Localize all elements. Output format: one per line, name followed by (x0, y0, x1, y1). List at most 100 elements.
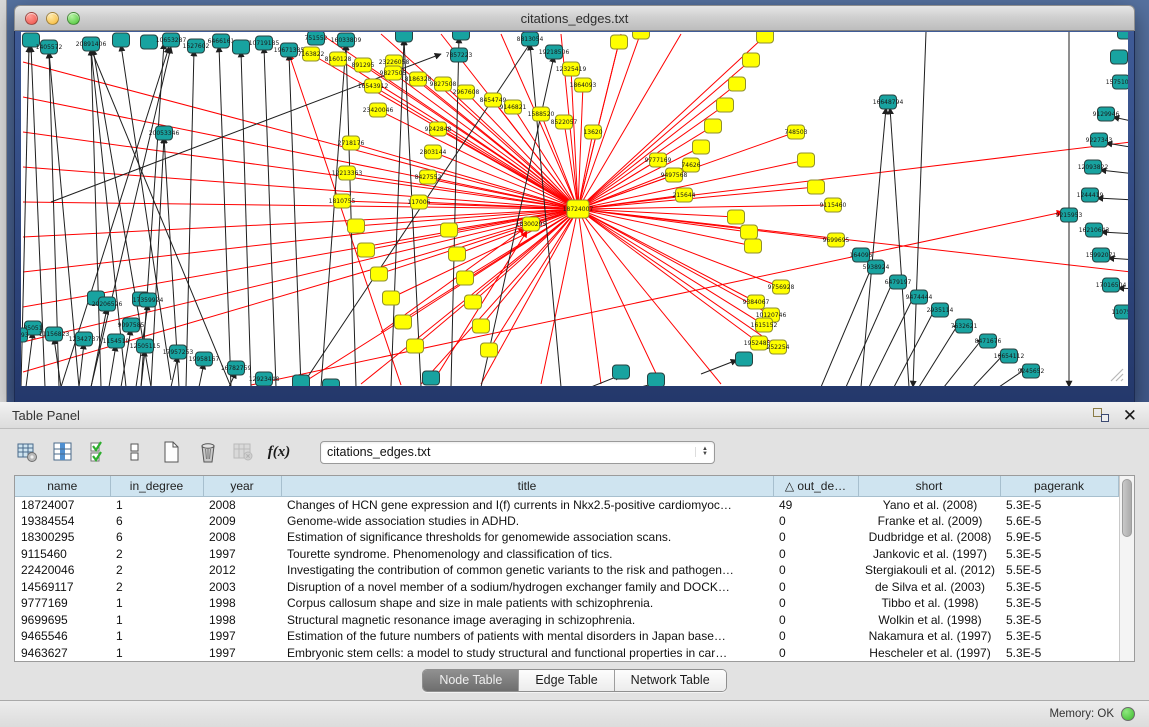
graph-node[interactable] (728, 210, 745, 224)
table-scrollbar[interactable] (1119, 476, 1134, 661)
graph-node[interactable]: 13620 (583, 125, 602, 139)
table-row[interactable]: 946362711997Embryonic stem cells: a mode… (15, 645, 1118, 662)
graph-node[interactable] (465, 295, 482, 309)
graph-node[interactable]: 6466161 (208, 34, 235, 48)
minimize-window-icon[interactable] (46, 12, 59, 25)
graph-node[interactable]: 2718176 (338, 136, 365, 150)
graph-node[interactable]: 15992071 (1086, 248, 1117, 262)
graph-node[interactable] (293, 375, 310, 386)
graph-node[interactable] (743, 53, 760, 67)
graph-node[interactable]: 252254 (767, 340, 790, 354)
table-settings-icon[interactable] (14, 439, 40, 465)
column-header-title[interactable]: title (281, 476, 773, 496)
float-panel-icon[interactable] (1093, 408, 1109, 422)
new-column-icon[interactable] (158, 439, 184, 465)
graph-node[interactable]: 16033809 (331, 33, 362, 47)
table-row[interactable]: 2242004622012Investigating the contribut… (15, 562, 1118, 579)
graph-node[interactable]: 215644 (673, 188, 696, 202)
column-header-in-degree[interactable]: in_degree (110, 476, 203, 496)
graph-node[interactable] (453, 32, 470, 40)
graph-node[interactable]: 19218506 (539, 45, 570, 59)
graph-node[interactable]: 9699695 (823, 233, 850, 247)
graph-node[interactable]: 117006 (408, 195, 431, 209)
graph-node[interactable] (358, 243, 375, 257)
graph-node[interactable]: 9756928 (768, 280, 795, 294)
close-panel-icon[interactable]: ✕ (1123, 407, 1137, 424)
graph-node[interactable]: 10654112 (994, 349, 1025, 363)
graph-node[interactable]: 12342737 (69, 332, 100, 346)
graph-node[interactable] (449, 247, 466, 261)
table-row[interactable]: 1830029562008Estimation of significance … (15, 529, 1118, 546)
graph-node[interactable]: 9097585 (118, 318, 145, 332)
graph-node[interactable]: 2935114 (927, 303, 954, 317)
table-row[interactable]: 946554611997Estimation of the future num… (15, 628, 1118, 645)
graph-node[interactable] (633, 32, 650, 39)
graph-node[interactable]: 16648794 (873, 95, 904, 109)
graph-node[interactable]: 9474444 (906, 290, 933, 304)
column-visibility-icon[interactable] (50, 439, 76, 465)
graph-node[interactable]: 39193 (21, 328, 29, 342)
graph-node[interactable]: 17016504 (1096, 278, 1127, 292)
graph-node[interactable]: 2803144 (420, 145, 447, 159)
graph-node[interactable]: 12923448 (249, 372, 280, 386)
close-window-icon[interactable] (25, 12, 38, 25)
graph-node[interactable] (396, 32, 413, 42)
column-header-out-de-[interactable]: △ out_de… (773, 476, 858, 496)
graph-node[interactable] (648, 373, 665, 386)
tab-edge-table[interactable]: Edge Table (519, 670, 614, 691)
graph-node[interactable] (745, 239, 762, 253)
graph-node[interactable] (693, 140, 710, 154)
table-row[interactable]: 1456911722003Disruption of a novel membe… (15, 579, 1118, 596)
graph-node[interactable] (613, 365, 630, 379)
graph-node[interactable]: 891295 (352, 58, 375, 72)
graph-node[interactable] (611, 35, 628, 49)
graph-node[interactable] (407, 339, 424, 353)
delete-table-icon[interactable] (230, 439, 256, 465)
graph-node[interactable]: 9129946 (1093, 107, 1120, 121)
graph-node[interactable]: 1864093 (570, 78, 597, 92)
graph-node[interactable] (741, 225, 758, 239)
graph-node[interactable]: 15751074 (1106, 75, 1128, 89)
graph-node[interactable]: 7857223 (446, 48, 473, 62)
table-row[interactable]: 911546021997Tourette syndrome. Phenomeno… (15, 546, 1118, 563)
graph-node[interactable] (729, 77, 746, 91)
graph-node[interactable] (481, 343, 498, 357)
graph-node[interactable] (348, 219, 365, 233)
graph-node[interactable]: 1244419 (1077, 188, 1104, 202)
table-row[interactable]: 1938455462009Genome-wide association stu… (15, 513, 1118, 530)
graph-node[interactable] (457, 271, 474, 285)
graph-node[interactable] (757, 32, 774, 43)
graph-node[interactable] (798, 153, 815, 167)
column-header-name[interactable]: name (15, 476, 110, 496)
graph-node[interactable]: 20891406 (76, 37, 107, 51)
graph-node[interactable] (1111, 50, 1128, 64)
graph-node[interactable] (473, 319, 490, 333)
graph-node[interactable]: 74626 (681, 158, 700, 172)
graph-node[interactable] (705, 119, 722, 133)
graph-node[interactable] (113, 33, 130, 47)
tab-network-table[interactable]: Network Table (615, 670, 726, 691)
graph-node[interactable]: 12093822 (1078, 160, 1109, 174)
graph-node[interactable]: 9115460 (820, 198, 847, 212)
graph-node[interactable]: 751552 (305, 32, 328, 45)
resize-grip-icon[interactable] (1108, 366, 1124, 382)
column-header-short[interactable]: short (858, 476, 1000, 496)
table-row[interactable]: 969969511998Structural magnetic resonanc… (15, 612, 1118, 629)
graph-node[interactable]: 19958167 (189, 352, 220, 366)
graph-node[interactable] (423, 371, 440, 385)
delete-column-icon[interactable] (194, 439, 220, 465)
graph-node[interactable] (383, 291, 400, 305)
graph-node[interactable]: 9245652 (1018, 364, 1045, 378)
graph-node[interactable]: 16543912 (358, 79, 389, 93)
network-graph[interactable]: 7163822816012889129523226058982750516543… (21, 32, 1128, 386)
clear-selection-icon[interactable] (122, 439, 148, 465)
graph-node[interactable] (323, 379, 340, 386)
graph-node[interactable]: 8813054 (517, 32, 544, 46)
graph-node[interactable]: 12505115 (130, 339, 161, 353)
column-header-year[interactable]: year (203, 476, 281, 496)
graph-node[interactable]: 1527602 (183, 39, 210, 53)
graph-node[interactable]: 8471676 (975, 334, 1002, 348)
graph-node[interactable]: 110755 (1112, 305, 1128, 319)
zoom-window-icon[interactable] (67, 12, 80, 25)
table-row[interactable]: 1872400712008Changes of HCN gene express… (15, 496, 1118, 513)
